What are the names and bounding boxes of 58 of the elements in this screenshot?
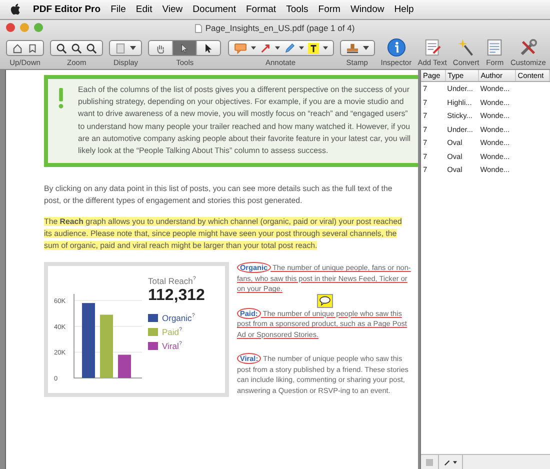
caret-icon (250, 46, 256, 50)
stamp-dropdown[interactable] (340, 40, 375, 56)
legend-label: Viral$^{?}$ (162, 341, 182, 352)
menu-item[interactable]: File (110, 4, 126, 15)
legend-label: Paid$^{?}$ (162, 327, 182, 338)
menu-item[interactable]: Document (192, 4, 236, 15)
caret-icon (453, 460, 457, 464)
caret-icon (362, 46, 369, 50)
sticky-note-icon[interactable] (317, 294, 333, 308)
caret-icon (322, 46, 328, 50)
caret-icon (130, 46, 136, 50)
menu-item[interactable]: View (162, 4, 183, 15)
info-icon[interactable] (386, 38, 406, 57)
total-value: 112,312 (148, 287, 205, 306)
legend-swatch (148, 314, 158, 322)
text-style-icon[interactable] (308, 42, 318, 54)
caret-icon (298, 46, 304, 50)
text-page-icon[interactable] (422, 38, 442, 57)
legend-label: Organic$^{?}$ (162, 313, 195, 324)
tool-segmented-control[interactable] (148, 40, 222, 56)
magnifier-icon[interactable] (86, 42, 98, 54)
menu-item[interactable]: Help (394, 4, 414, 15)
app-menu[interactable]: PDF Editor Pro (33, 4, 101, 15)
tool-segment[interactable] (172, 41, 196, 55)
pencil-icon[interactable] (284, 42, 294, 54)
menu-item[interactable]: Window (350, 4, 384, 15)
window-title: Page_Insights_en_US.pdf (page 1 of 4) (205, 23, 355, 33)
chart-title: Total Reach$^{?}$ (148, 276, 196, 286)
exclamation-icon (58, 88, 64, 109)
legend-swatch (148, 328, 158, 336)
square-icon (426, 458, 433, 466)
legend-swatch (148, 342, 158, 350)
caret-icon (274, 46, 280, 50)
document-icon (195, 24, 202, 32)
pointer-icon (179, 42, 190, 54)
hand-icon (155, 42, 166, 54)
tools-icon[interactable] (518, 38, 538, 57)
page-layout-icon (115, 42, 126, 54)
page-icon[interactable] (27, 42, 38, 54)
magnifier-icon[interactable] (56, 42, 68, 54)
home-icon[interactable] (12, 42, 23, 54)
stamp-icon (346, 42, 359, 54)
annotate-control[interactable] (228, 40, 334, 56)
display-dropdown[interactable] (109, 40, 142, 56)
up-down-control[interactable] (6, 40, 44, 56)
magnifier-icon[interactable] (71, 42, 82, 54)
note-icon[interactable] (234, 42, 246, 54)
menu-item[interactable]: Format (246, 4, 276, 15)
pointer-icon (203, 42, 214, 54)
arrow-icon[interactable] (260, 42, 270, 54)
pencil-icon (444, 458, 451, 466)
menu-item[interactable]: Form (318, 4, 340, 15)
menu-item[interactable]: Tools (286, 4, 308, 15)
close-button[interactable] (6, 23, 15, 32)
form-icon[interactable] (485, 38, 504, 57)
zoom-control[interactable] (50, 40, 104, 56)
apple-icon[interactable] (10, 3, 21, 16)
menu-item[interactable]: Edit (136, 4, 152, 15)
